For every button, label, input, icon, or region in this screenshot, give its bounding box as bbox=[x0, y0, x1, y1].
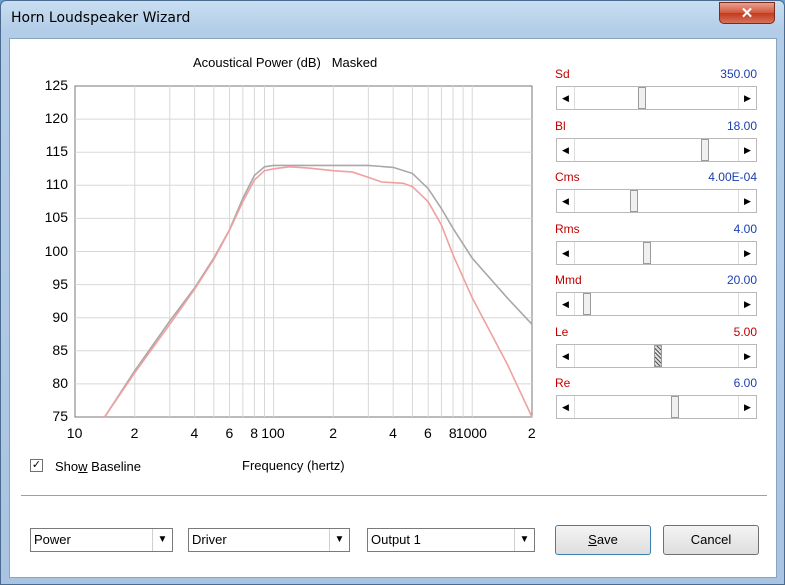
slider-thumb[interactable] bbox=[629, 190, 638, 212]
slider-cms[interactable]: ◀ ▶ bbox=[556, 189, 757, 213]
output-value: Output 1 bbox=[371, 532, 421, 547]
scroll-left-icon[interactable]: ◀ bbox=[557, 241, 575, 264]
scroll-right-icon[interactable]: ▶ bbox=[738, 138, 756, 161]
param-value-cms: 4.00E-04 bbox=[708, 170, 757, 184]
slider-sd[interactable]: ◀ ▶ bbox=[556, 86, 757, 110]
x-axis-label: Frequency (hertz) bbox=[242, 458, 345, 473]
show-baseline-checkbox[interactable]: ✓ bbox=[30, 459, 43, 472]
plot-type-select[interactable]: Power ▼ bbox=[30, 528, 173, 552]
scroll-right-icon[interactable]: ▶ bbox=[738, 87, 756, 109]
window-title: Horn Loudspeaker Wizard bbox=[11, 10, 191, 26]
slider-track[interactable] bbox=[575, 344, 738, 367]
scroll-right-icon[interactable]: ▶ bbox=[738, 190, 756, 212]
title-bar[interactable]: Horn Loudspeaker Wizard ✕ bbox=[1, 1, 784, 37]
source-select[interactable]: Driver ▼ bbox=[188, 528, 350, 552]
param-name-sd: Sd bbox=[555, 67, 570, 81]
slider-track[interactable] bbox=[575, 241, 738, 264]
power-chart bbox=[74, 85, 533, 418]
slider-re[interactable]: ◀ ▶ bbox=[556, 395, 757, 419]
param-value-rms: 4.00 bbox=[733, 221, 757, 236]
chevron-down-icon: ▼ bbox=[514, 529, 534, 551]
param-name-le: Le bbox=[555, 324, 569, 339]
source-value: Driver bbox=[192, 532, 227, 547]
chevron-down-icon: ▼ bbox=[152, 529, 172, 551]
scroll-left-icon[interactable]: ◀ bbox=[557, 344, 575, 367]
param-value-sd: 350.00 bbox=[720, 67, 757, 81]
param-name-bl: Bl bbox=[555, 118, 566, 133]
scroll-left-icon[interactable]: ◀ bbox=[557, 138, 575, 161]
param-value-mmd: 20.00 bbox=[726, 273, 757, 287]
close-icon: ✕ bbox=[740, 5, 754, 22]
dialog-client: Acoustical Power (dB) Masked 125 120 115 11… bbox=[9, 38, 777, 578]
slider-bl[interactable]: ◀ ▶ bbox=[556, 137, 757, 162]
scroll-left-icon[interactable]: ◀ bbox=[557, 396, 575, 418]
param-value-bl: 18.00 bbox=[726, 118, 757, 133]
slider-le[interactable]: ◀ ▶ bbox=[556, 343, 757, 368]
scroll-left-icon[interactable]: ◀ bbox=[557, 190, 575, 212]
param-name-re: Re bbox=[555, 376, 571, 390]
param-value-re: 6.00 bbox=[733, 376, 757, 390]
scroll-right-icon[interactable]: ▶ bbox=[738, 396, 756, 418]
show-baseline-label[interactable]: Show Baseline bbox=[55, 459, 141, 474]
param-name-cms: Cms bbox=[555, 170, 580, 184]
close-button[interactable]: ✕ bbox=[719, 2, 775, 24]
slider-thumb[interactable] bbox=[637, 87, 646, 109]
param-value-le: 5.00 bbox=[733, 324, 757, 339]
slider-track[interactable] bbox=[575, 190, 738, 212]
slider-rms[interactable]: ◀ ▶ bbox=[556, 240, 757, 265]
slider-thumb[interactable] bbox=[670, 396, 679, 418]
slider-track[interactable] bbox=[575, 293, 738, 315]
scroll-right-icon[interactable]: ▶ bbox=[738, 344, 756, 367]
wizard-window: Horn Loudspeaker Wizard ✕ Acoustical Pow… bbox=[0, 0, 785, 585]
param-name-mmd: Mmd bbox=[555, 273, 582, 287]
slider-track[interactable] bbox=[575, 138, 738, 161]
checkmark-icon: ✓ bbox=[31, 459, 42, 471]
output-select[interactable]: Output 1 ▼ bbox=[367, 528, 535, 552]
plot-type-value: Power bbox=[34, 532, 71, 547]
scroll-left-icon[interactable]: ◀ bbox=[557, 293, 575, 315]
slider-thumb[interactable] bbox=[653, 344, 662, 367]
scroll-right-icon[interactable]: ▶ bbox=[738, 293, 756, 315]
param-name-rms: Rms bbox=[555, 221, 580, 236]
separator bbox=[21, 495, 767, 497]
slider-track[interactable] bbox=[575, 396, 738, 418]
save-button[interactable]: Save bbox=[555, 525, 651, 555]
slider-thumb[interactable] bbox=[582, 293, 591, 315]
slider-mmd[interactable]: ◀ ▶ bbox=[556, 292, 757, 316]
cancel-button[interactable]: Cancel bbox=[663, 525, 759, 555]
slider-track[interactable] bbox=[575, 87, 738, 109]
chevron-down-icon: ▼ bbox=[329, 529, 349, 551]
slider-thumb[interactable] bbox=[642, 241, 651, 264]
scroll-right-icon[interactable]: ▶ bbox=[738, 241, 756, 264]
scroll-left-icon[interactable]: ◀ bbox=[557, 87, 575, 109]
slider-thumb[interactable] bbox=[700, 138, 709, 161]
